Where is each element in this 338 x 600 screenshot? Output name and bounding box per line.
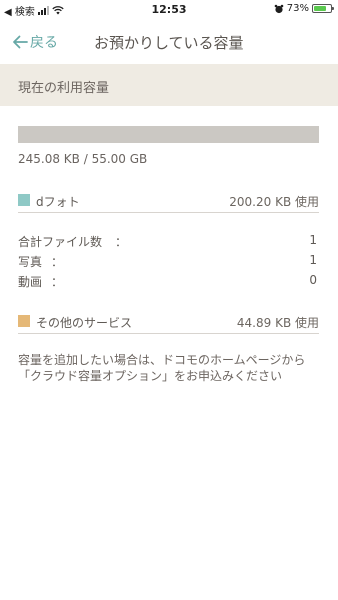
file-count-row: 合計ファイル数 ： 1 bbox=[18, 233, 319, 249]
alarm-icon bbox=[274, 4, 284, 13]
nav-bar: 戻る お預かりしている容量 bbox=[0, 24, 338, 60]
count-colon: ： bbox=[51, 275, 64, 289]
section-header: 現在の利用容量 bbox=[0, 64, 338, 106]
page-title: お預かりしている容量 bbox=[94, 34, 244, 52]
count-label: 動画 bbox=[18, 275, 43, 289]
service-usage: 200.20 KB 使用 bbox=[229, 195, 319, 209]
color-swatch bbox=[18, 194, 30, 206]
count-label: 写真 bbox=[18, 255, 43, 269]
count-value: 1 bbox=[309, 233, 317, 247]
service-name: その他のサービス bbox=[36, 316, 133, 330]
count-label: 合計ファイル数 bbox=[18, 235, 103, 249]
back-arrow-icon bbox=[13, 35, 28, 49]
capacity-note: 容量を追加したい場合は、ドコモのホームページから 「クラウド容量オプション」をお… bbox=[18, 352, 323, 384]
video-count-row: 動画 ： 0 bbox=[18, 273, 319, 289]
service-row-dphoto[interactable]: dフォト 200.20 KB 使用 bbox=[18, 192, 319, 213]
back-label: 戻る bbox=[30, 35, 58, 51]
count-colon: ： bbox=[115, 235, 128, 249]
service-row-other[interactable]: その他のサービス 44.89 KB 使用 bbox=[18, 313, 319, 334]
service-name: dフォト bbox=[36, 195, 80, 209]
note-line-1: 容量を追加したい場合は、ドコモのホームページから bbox=[18, 353, 306, 367]
service-usage: 44.89 KB 使用 bbox=[236, 316, 319, 330]
count-value: 1 bbox=[309, 253, 317, 267]
color-swatch bbox=[18, 315, 30, 327]
battery-icon bbox=[312, 4, 334, 13]
usage-summary: 245.08 KB / 55.00 GB bbox=[18, 152, 148, 166]
back-button[interactable]: 戻る bbox=[12, 32, 58, 52]
battery-fill bbox=[314, 6, 326, 11]
section-title: 現在の利用容量 bbox=[18, 81, 110, 96]
battery-percent: 73% bbox=[286, 3, 309, 14]
status-right: 73% bbox=[274, 3, 334, 14]
note-line-2: 「クラウド容量オプション」をお申込みください bbox=[18, 369, 283, 383]
photo-count-row: 写真 ： 1 bbox=[18, 253, 319, 269]
status-bar: ◀ 検索 12:53 73% bbox=[0, 0, 338, 20]
count-colon: ： bbox=[51, 255, 64, 269]
usage-bar bbox=[18, 126, 319, 143]
count-value: 0 bbox=[309, 273, 317, 287]
